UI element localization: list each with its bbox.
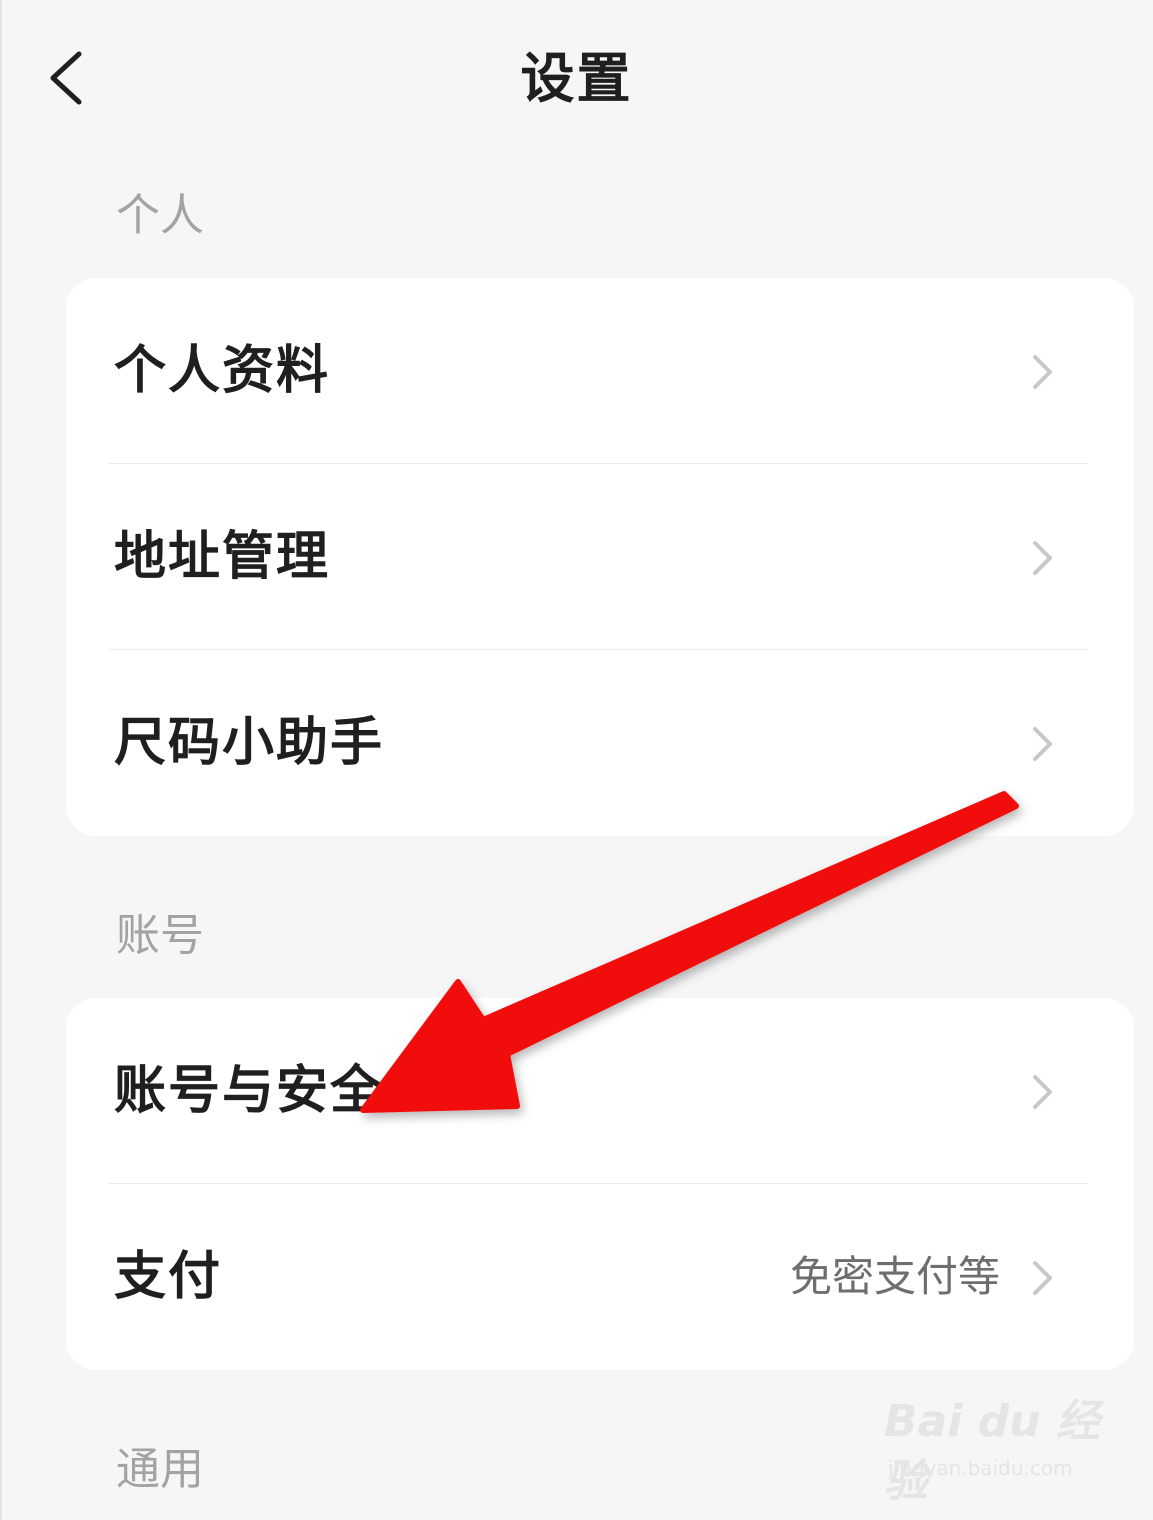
watermark-logo: Bai du 经验 [884,1396,1100,1507]
row-label: 个人资料 [114,341,331,401]
settings-row-address[interactable]: 地址管理 [66,464,1134,650]
settings-row-payment[interactable]: 支付 免密支付等 [66,1184,1134,1370]
chevron-right-icon [1033,355,1052,389]
chevron-right-icon [1033,1075,1052,1109]
section-label-account: 账号 [116,910,204,961]
row-label: 账号与安全 [114,1061,385,1121]
left-edge-border [0,0,2,1520]
settings-row-account-security[interactable]: 账号与安全 [66,998,1134,1184]
card-personal: 个人资料 地址管理 尺码小助手 [66,278,1134,836]
chevron-right-icon [1033,727,1052,761]
row-label: 尺码小助手 [114,713,385,773]
watermark-url: jingyan.baidu.com [888,1456,1073,1480]
baidu-jingyan-watermark: Bai du 经验 jingyan.baidu.com [884,1388,1104,1507]
row-value: 免密支付等 [789,1252,1000,1301]
settings-row-size-helper[interactable]: 尺码小助手 [66,650,1134,836]
page-title: 设置 [520,47,633,110]
settings-row-profile[interactable]: 个人资料 [66,278,1134,464]
row-label: 地址管理 [114,527,331,587]
card-account: 账号与安全 支付 免密支付等 [66,998,1134,1370]
row-label: 支付 [114,1247,223,1307]
chevron-right-icon [1033,1261,1052,1295]
section-label-personal: 个人 [116,190,204,241]
chevron-right-icon [1033,541,1052,575]
section-label-general: 通用 [116,1444,204,1495]
nav-bar: 设置 [0,0,1153,160]
